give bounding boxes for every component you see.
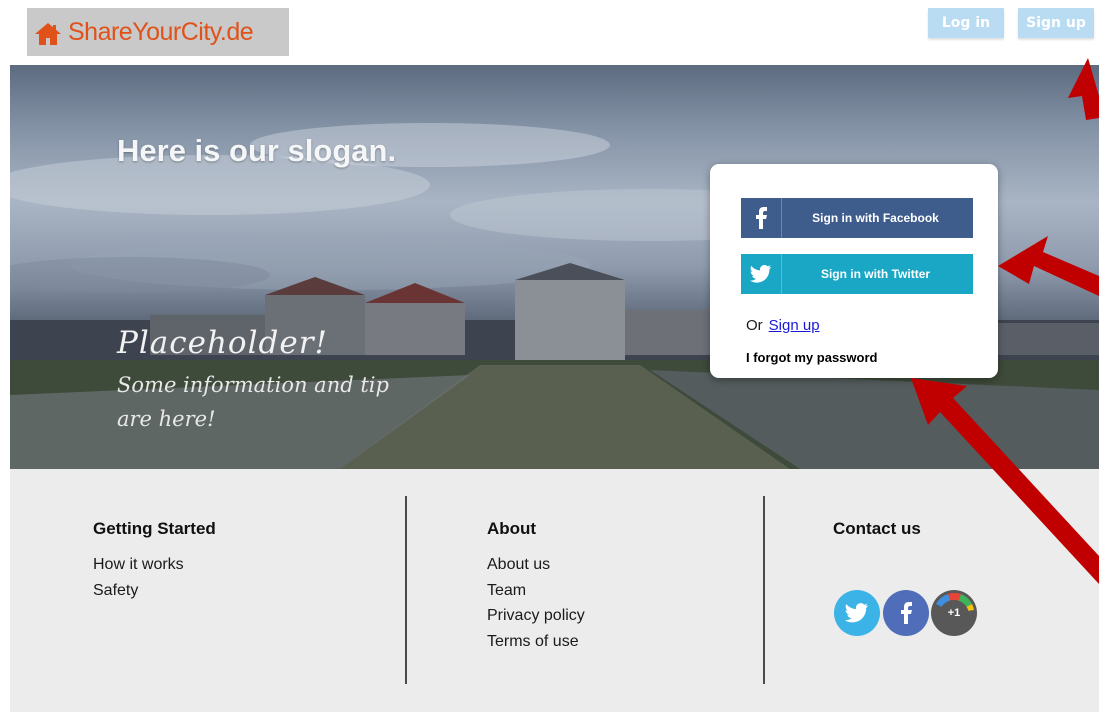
twitter-bird-icon bbox=[845, 603, 868, 623]
twitter-signin-button[interactable]: Sign in with Twitter bbox=[741, 254, 973, 294]
logo-text: ShareYourCity.de bbox=[68, 18, 254, 46]
logo[interactable]: ShareYourCity.de bbox=[27, 8, 289, 56]
facebook-icon bbox=[901, 602, 912, 624]
gplus-circle-button[interactable]: +1 bbox=[931, 590, 977, 636]
hero-banner: Here is our slogan. Placeholder! Some in… bbox=[10, 65, 1099, 469]
or-text: Or bbox=[746, 317, 763, 334]
twitter-bird-icon bbox=[741, 254, 782, 294]
footer-link-team[interactable]: Team bbox=[487, 578, 585, 604]
placeholder-title: Placeholder! bbox=[117, 325, 328, 361]
facebook-icon bbox=[741, 198, 782, 238]
about-title: About bbox=[487, 519, 537, 538]
signup-button[interactable]: Sign up bbox=[1018, 8, 1094, 38]
gplus-label: +1 bbox=[947, 607, 961, 619]
login-card: Sign in with Facebook Sign in with Twitt… bbox=[710, 164, 998, 378]
twitter-signin-label: Sign in with Twitter bbox=[820, 267, 931, 281]
getting-started-links: How it works Safety bbox=[93, 552, 184, 603]
facebook-signin-label: Sign in with Facebook bbox=[812, 211, 939, 225]
footer-link-how-it-works[interactable]: How it works bbox=[93, 552, 184, 578]
facebook-signin-button[interactable]: Sign in with Facebook bbox=[741, 198, 973, 238]
house-icon bbox=[35, 23, 61, 45]
footer-link-about-us[interactable]: About us bbox=[487, 552, 585, 578]
footer-link-safety[interactable]: Safety bbox=[93, 578, 184, 604]
slogan: Here is our slogan. bbox=[117, 133, 397, 168]
footer-divider bbox=[405, 496, 407, 684]
facebook-circle-button[interactable] bbox=[883, 590, 929, 636]
contact-title: Contact us bbox=[833, 519, 921, 538]
footer-link-privacy-policy[interactable]: Privacy policy bbox=[487, 603, 585, 629]
twitter-circle-button[interactable] bbox=[834, 590, 880, 636]
getting-started-title: Getting Started bbox=[93, 519, 216, 538]
footer-link-terms-of-use[interactable]: Terms of use bbox=[487, 629, 585, 655]
about-links: About us Team Privacy policy Terms of us… bbox=[487, 552, 585, 654]
login-button[interactable]: Log in bbox=[928, 8, 1004, 38]
forgot-password-link[interactable]: I forgot my password bbox=[746, 350, 877, 365]
signup-link[interactable]: Sign up bbox=[769, 317, 820, 334]
or-signup-row: Or Sign up bbox=[746, 317, 820, 334]
footer-divider bbox=[763, 496, 765, 684]
placeholder-info: Some information and tip are here! bbox=[117, 373, 389, 431]
